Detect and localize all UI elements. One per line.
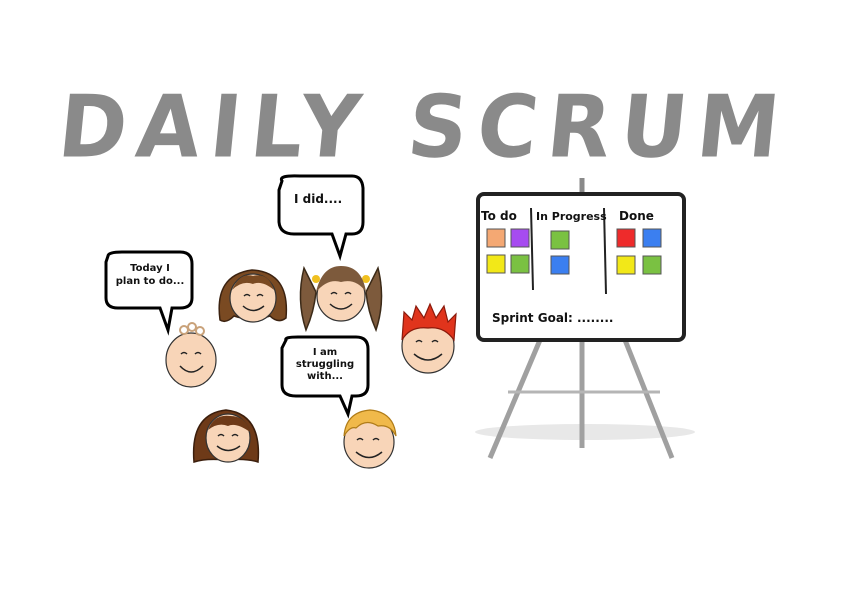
bubble-text-plan-line2: plan to do... xyxy=(116,276,185,287)
whiteboard: To do In Progress Done Sprint Goal: ....… xyxy=(476,192,686,342)
sticky-note-in-progress-2 xyxy=(550,255,570,275)
sprint-goal: Sprint Goal: ........ xyxy=(492,311,613,325)
speech-bubble-struggling: I am struggling with... xyxy=(280,335,370,419)
speech-bubble-plan: Today I plan to do... xyxy=(104,250,194,336)
sticky-note-done-2 xyxy=(642,228,662,248)
column-header-done: Done xyxy=(619,209,654,223)
bubble-text-struggle-line3: with... xyxy=(307,371,343,382)
bubble-text-struggle-line1: I am xyxy=(313,347,337,358)
sticky-note-done-4 xyxy=(642,255,662,275)
bubble-text-struggle-line2: struggling xyxy=(296,359,354,370)
sticky-note-todo-3 xyxy=(486,254,506,274)
sticky-note-todo-1 xyxy=(486,228,506,248)
sticky-note-todo-2 xyxy=(510,228,530,248)
sticky-note-in-progress-1 xyxy=(550,230,570,250)
speech-bubble-did: I did.... xyxy=(277,174,365,261)
face-boy-blond-hair xyxy=(343,409,397,469)
bubble-text-plan-line1: Today I xyxy=(130,263,170,274)
column-header-in-progress: In Progress xyxy=(536,210,607,223)
sticky-note-done-3 xyxy=(616,255,636,275)
bubble-text-did: I did.... xyxy=(294,192,342,206)
sticky-note-todo-4 xyxy=(510,254,530,274)
column-header-todo: To do xyxy=(481,209,517,223)
face-girl-short-hair xyxy=(192,409,260,464)
face-baby-curly xyxy=(165,322,217,388)
face-girl-pigtails xyxy=(299,265,383,333)
sticky-note-done-1 xyxy=(616,228,636,248)
face-girl-brown-hair xyxy=(218,269,288,323)
face-boy-red-hair xyxy=(401,302,457,374)
scene: I did.... Today I plan to do... I am str… xyxy=(104,174,695,469)
